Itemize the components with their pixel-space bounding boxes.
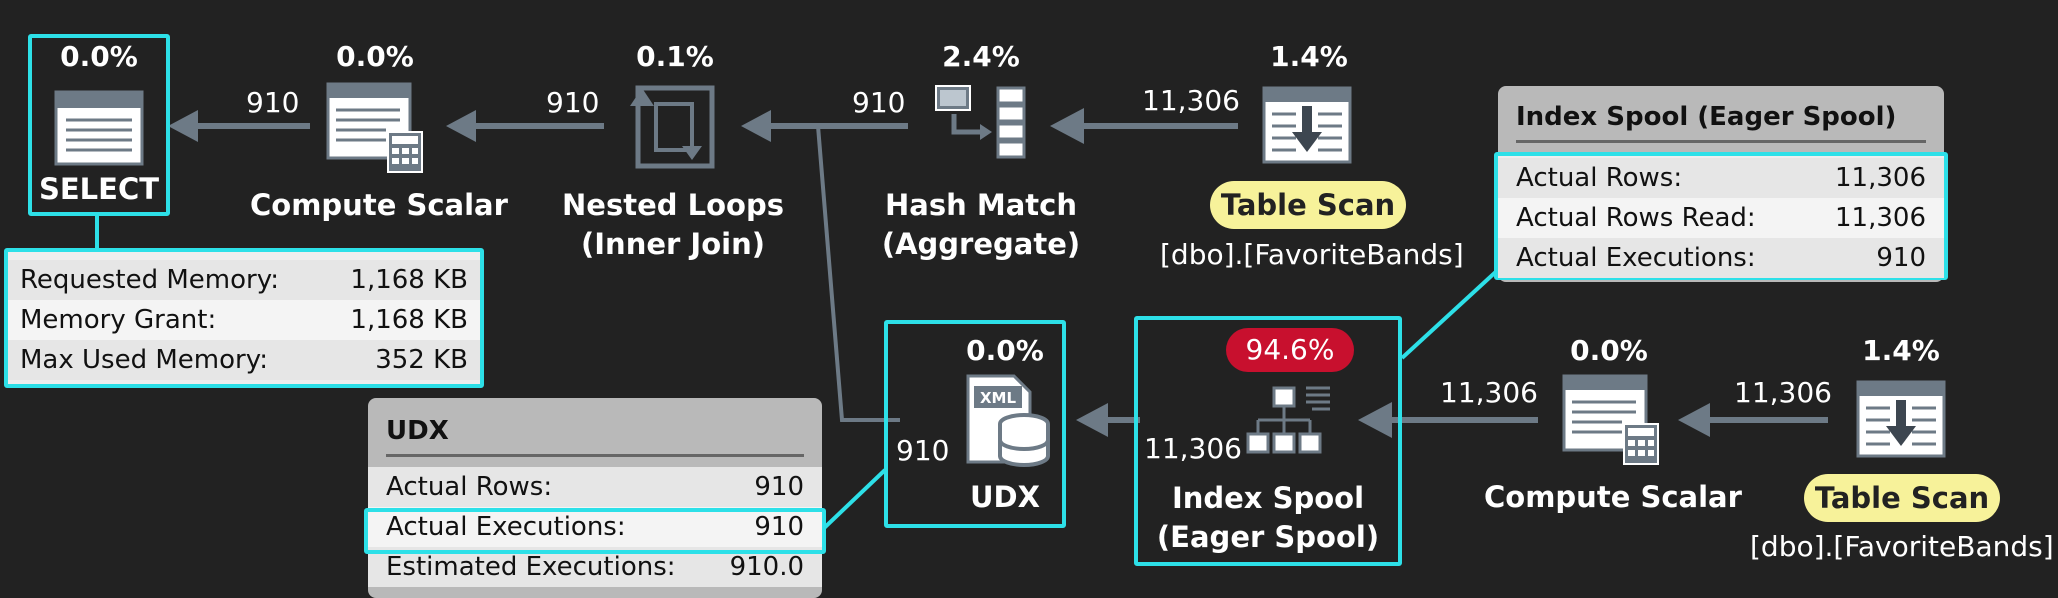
memory-row: Memory Grant: 1,168 KB (8, 300, 480, 340)
hash-match-label-2: (Aggregate) (881, 227, 1081, 261)
arrowhead-udx (1076, 403, 1108, 437)
spool-row-label: Actual Rows Read: (1516, 203, 1756, 233)
spool-tooltip-row: Actual Rows Read: 11,306 (1498, 198, 1944, 238)
arrowhead-nested (741, 110, 771, 142)
udx-cost: 0.0% (966, 334, 1044, 367)
rowcount-compute-top: 910 (546, 86, 600, 119)
rowcount-udx: 910 (896, 434, 950, 467)
table-scan-bottom-cost: 1.4% (1862, 334, 1940, 367)
rowcount-nested: 910 (852, 86, 906, 119)
udx-row-value: 910 (754, 472, 804, 502)
udx-label: UDX (970, 480, 1040, 514)
memory-row-label: Memory Grant: (20, 305, 217, 335)
compute-scalar-top-cost: 0.0% (336, 40, 414, 73)
spool-tooltip-title: Index Spool (Eager Spool) (1516, 102, 1926, 143)
spool-row-label: Actual Executions: (1516, 243, 1756, 273)
memory-row: Requested Memory: 1,168 KB (8, 260, 480, 300)
table-scan-bottom-label: Table Scan (1804, 474, 2000, 522)
compute-scalar-bottom-cost: 0.0% (1570, 334, 1648, 367)
svg-text:XML: XML (980, 389, 1016, 407)
rowcount-spool-left: 11,306 (1144, 432, 1242, 465)
arrowhead-select (168, 110, 198, 142)
udx-row-label: Actual Rows: (386, 472, 553, 502)
select-cost: 0.0% (60, 40, 138, 73)
udx-tooltip-row: Actual Rows: 910 (368, 467, 822, 507)
compute-scalar-top-label: Compute Scalar (250, 188, 508, 222)
rowcount-compute-bottom: 11,306 (1734, 376, 1832, 409)
spool-row-value: 11,306 (1835, 203, 1926, 233)
hash-match-cost: 2.4% (942, 40, 1020, 73)
rowcount-hash: 11,306 (1142, 84, 1240, 117)
index-spool-cost: 94.6% (1226, 328, 1354, 372)
hash-match-label-1: Hash Match (885, 188, 1077, 222)
rowcount-spool-right: 11,306 (1440, 376, 1538, 409)
select-memory-panel: Requested Memory: 1,168 KB Memory Grant:… (4, 248, 484, 388)
spool-row-value: 11,306 (1835, 163, 1926, 193)
memory-row-value: 1,168 KB (350, 305, 468, 335)
compute-scalar-bottom-label: Compute Scalar (1484, 480, 1742, 514)
index-spool-label-1: Index Spool (1171, 481, 1365, 515)
nested-loops-label-2: (Inner Join) (581, 227, 765, 261)
arrowhead-hash (1050, 108, 1084, 144)
nested-loops-label-1: Nested Loops (562, 188, 784, 222)
spool-row-value: 910 (1876, 243, 1926, 273)
arrowhead-compute-bottom (1678, 403, 1710, 437)
rowcount-select: 910 (246, 86, 300, 119)
table-scan-top-object: [dbo].[FavoriteBands] (1160, 238, 1464, 271)
index-spool-icon (1246, 386, 1330, 454)
udx-executions-highlight (364, 508, 826, 554)
callout-line-udx (820, 468, 887, 532)
compute-scalar-icon (1562, 374, 1659, 465)
table-scan-icon (1262, 86, 1352, 164)
arrowhead-compute-top (446, 110, 476, 142)
udx-tooltip: UDX Actual Rows: 910 Actual Executions: … (368, 398, 822, 598)
callout-line-spool (1400, 266, 1502, 360)
memory-row: Max Used Memory: 352 KB (8, 340, 480, 380)
table-scan-top-cost: 1.4% (1270, 40, 1348, 73)
nested-loops-icon (630, 85, 715, 169)
spool-stats-highlight: Actual Rows: 11,306 Actual Rows Read: 11… (1494, 152, 1948, 280)
compute-scalar-icon (326, 82, 423, 173)
select-label: SELECT (38, 172, 160, 206)
table-scan-top-label: Table Scan (1210, 181, 1406, 229)
spool-tooltip-row: Actual Rows: 11,306 (1498, 158, 1944, 198)
hash-match-icon (935, 85, 1026, 159)
memory-row-value: 1,168 KB (350, 265, 468, 295)
table-scan-icon (1856, 380, 1946, 458)
memory-row-label: Max Used Memory: (20, 345, 268, 375)
udx-xml-icon: XML (966, 374, 1050, 467)
index-spool-label-2: (Eager Spool) (1156, 520, 1380, 554)
memory-row-label: Requested Memory: (20, 265, 279, 295)
execution-plan-diagram: 0.0% SELECT 910 0.0% Compute Scalar 910 … (0, 0, 2058, 598)
table-scan-bottom-object: [dbo].[FavoriteBands] (1750, 530, 2054, 563)
spool-row-label: Actual Rows: (1516, 163, 1683, 193)
udx-tooltip-title: UDX (386, 416, 804, 457)
memory-row-value: 352 KB (375, 345, 468, 375)
nested-loops-cost: 0.1% (636, 40, 714, 73)
select-icon (54, 90, 144, 166)
spool-tooltip-row: Actual Executions: 910 (1498, 238, 1944, 278)
